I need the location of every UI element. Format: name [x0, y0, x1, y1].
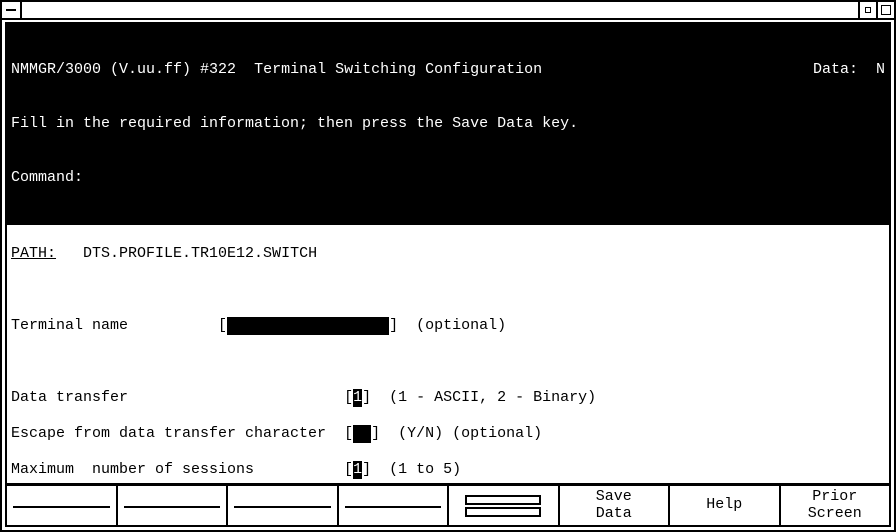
fkey-label: Prior: [812, 489, 857, 506]
fkey-f4[interactable]: [339, 486, 450, 525]
fkey-f2[interactable]: [118, 486, 229, 525]
minimize-icon[interactable]: [858, 2, 876, 18]
window-titlebar: [2, 2, 894, 20]
escape-char-hint: (Y/N) (optional): [398, 425, 542, 442]
escape-char-label: Escape from data transfer character: [11, 425, 326, 442]
app-id: NMMGR/3000 (V.uu.ff) #322: [11, 61, 236, 78]
data-transfer-hint: (1 - ASCII, 2 - Binary): [389, 389, 596, 406]
terminal-content: NMMGR/3000 (V.uu.ff) #322 Terminal Switc…: [5, 22, 891, 527]
maximize-icon[interactable]: [876, 2, 894, 18]
data-transfer-input[interactable]: 1: [353, 389, 362, 407]
screen-header: NMMGR/3000 (V.uu.ff) #322 Terminal Switc…: [7, 24, 889, 225]
escape-char-input[interactable]: [353, 425, 371, 443]
header-instruction: Fill in the required information; then p…: [11, 115, 885, 133]
fkey-f3[interactable]: [228, 486, 339, 525]
fkey-label: Screen: [808, 506, 862, 523]
function-key-row: Save Data Help Prior Screen: [7, 483, 889, 525]
command-label: Command:: [11, 169, 83, 186]
titlebar-spacer: [22, 2, 858, 18]
fkey-f1[interactable]: [7, 486, 118, 525]
terminal-window: NMMGR/3000 (V.uu.ff) #322 Terminal Switc…: [0, 0, 896, 532]
screen-title: Terminal Switching Configuration: [254, 61, 542, 78]
fkey-label: Save: [596, 489, 632, 506]
fkey-label: Data: [596, 506, 632, 523]
terminal-name-hint: (optional): [416, 317, 506, 334]
fkey-help[interactable]: Help: [670, 486, 781, 525]
max-sessions-input[interactable]: 1: [353, 461, 362, 479]
window-menu-icon[interactable]: [2, 2, 22, 18]
data-transfer-label: Data transfer: [11, 389, 128, 406]
data-label: Data:: [813, 61, 858, 78]
path-label: PATH:: [11, 245, 56, 262]
data-flag: N: [876, 61, 885, 78]
max-sessions-hint: (1 to 5): [389, 461, 461, 478]
fkey-label: Help: [706, 497, 742, 514]
path-value: DTS.PROFILE.TR10E12.SWITCH: [83, 245, 317, 262]
terminal-name-label: Terminal name: [11, 317, 128, 334]
fkey-save-data[interactable]: Save Data: [560, 486, 671, 525]
max-sessions-label: Maximum number of sessions: [11, 461, 254, 478]
form-body: PATH: DTS.PROFILE.TR10E12.SWITCH Termina…: [7, 225, 889, 483]
fkey-f5[interactable]: [449, 486, 560, 525]
fkey-prior-screen[interactable]: Prior Screen: [781, 486, 890, 525]
terminal-name-input[interactable]: [227, 317, 389, 335]
